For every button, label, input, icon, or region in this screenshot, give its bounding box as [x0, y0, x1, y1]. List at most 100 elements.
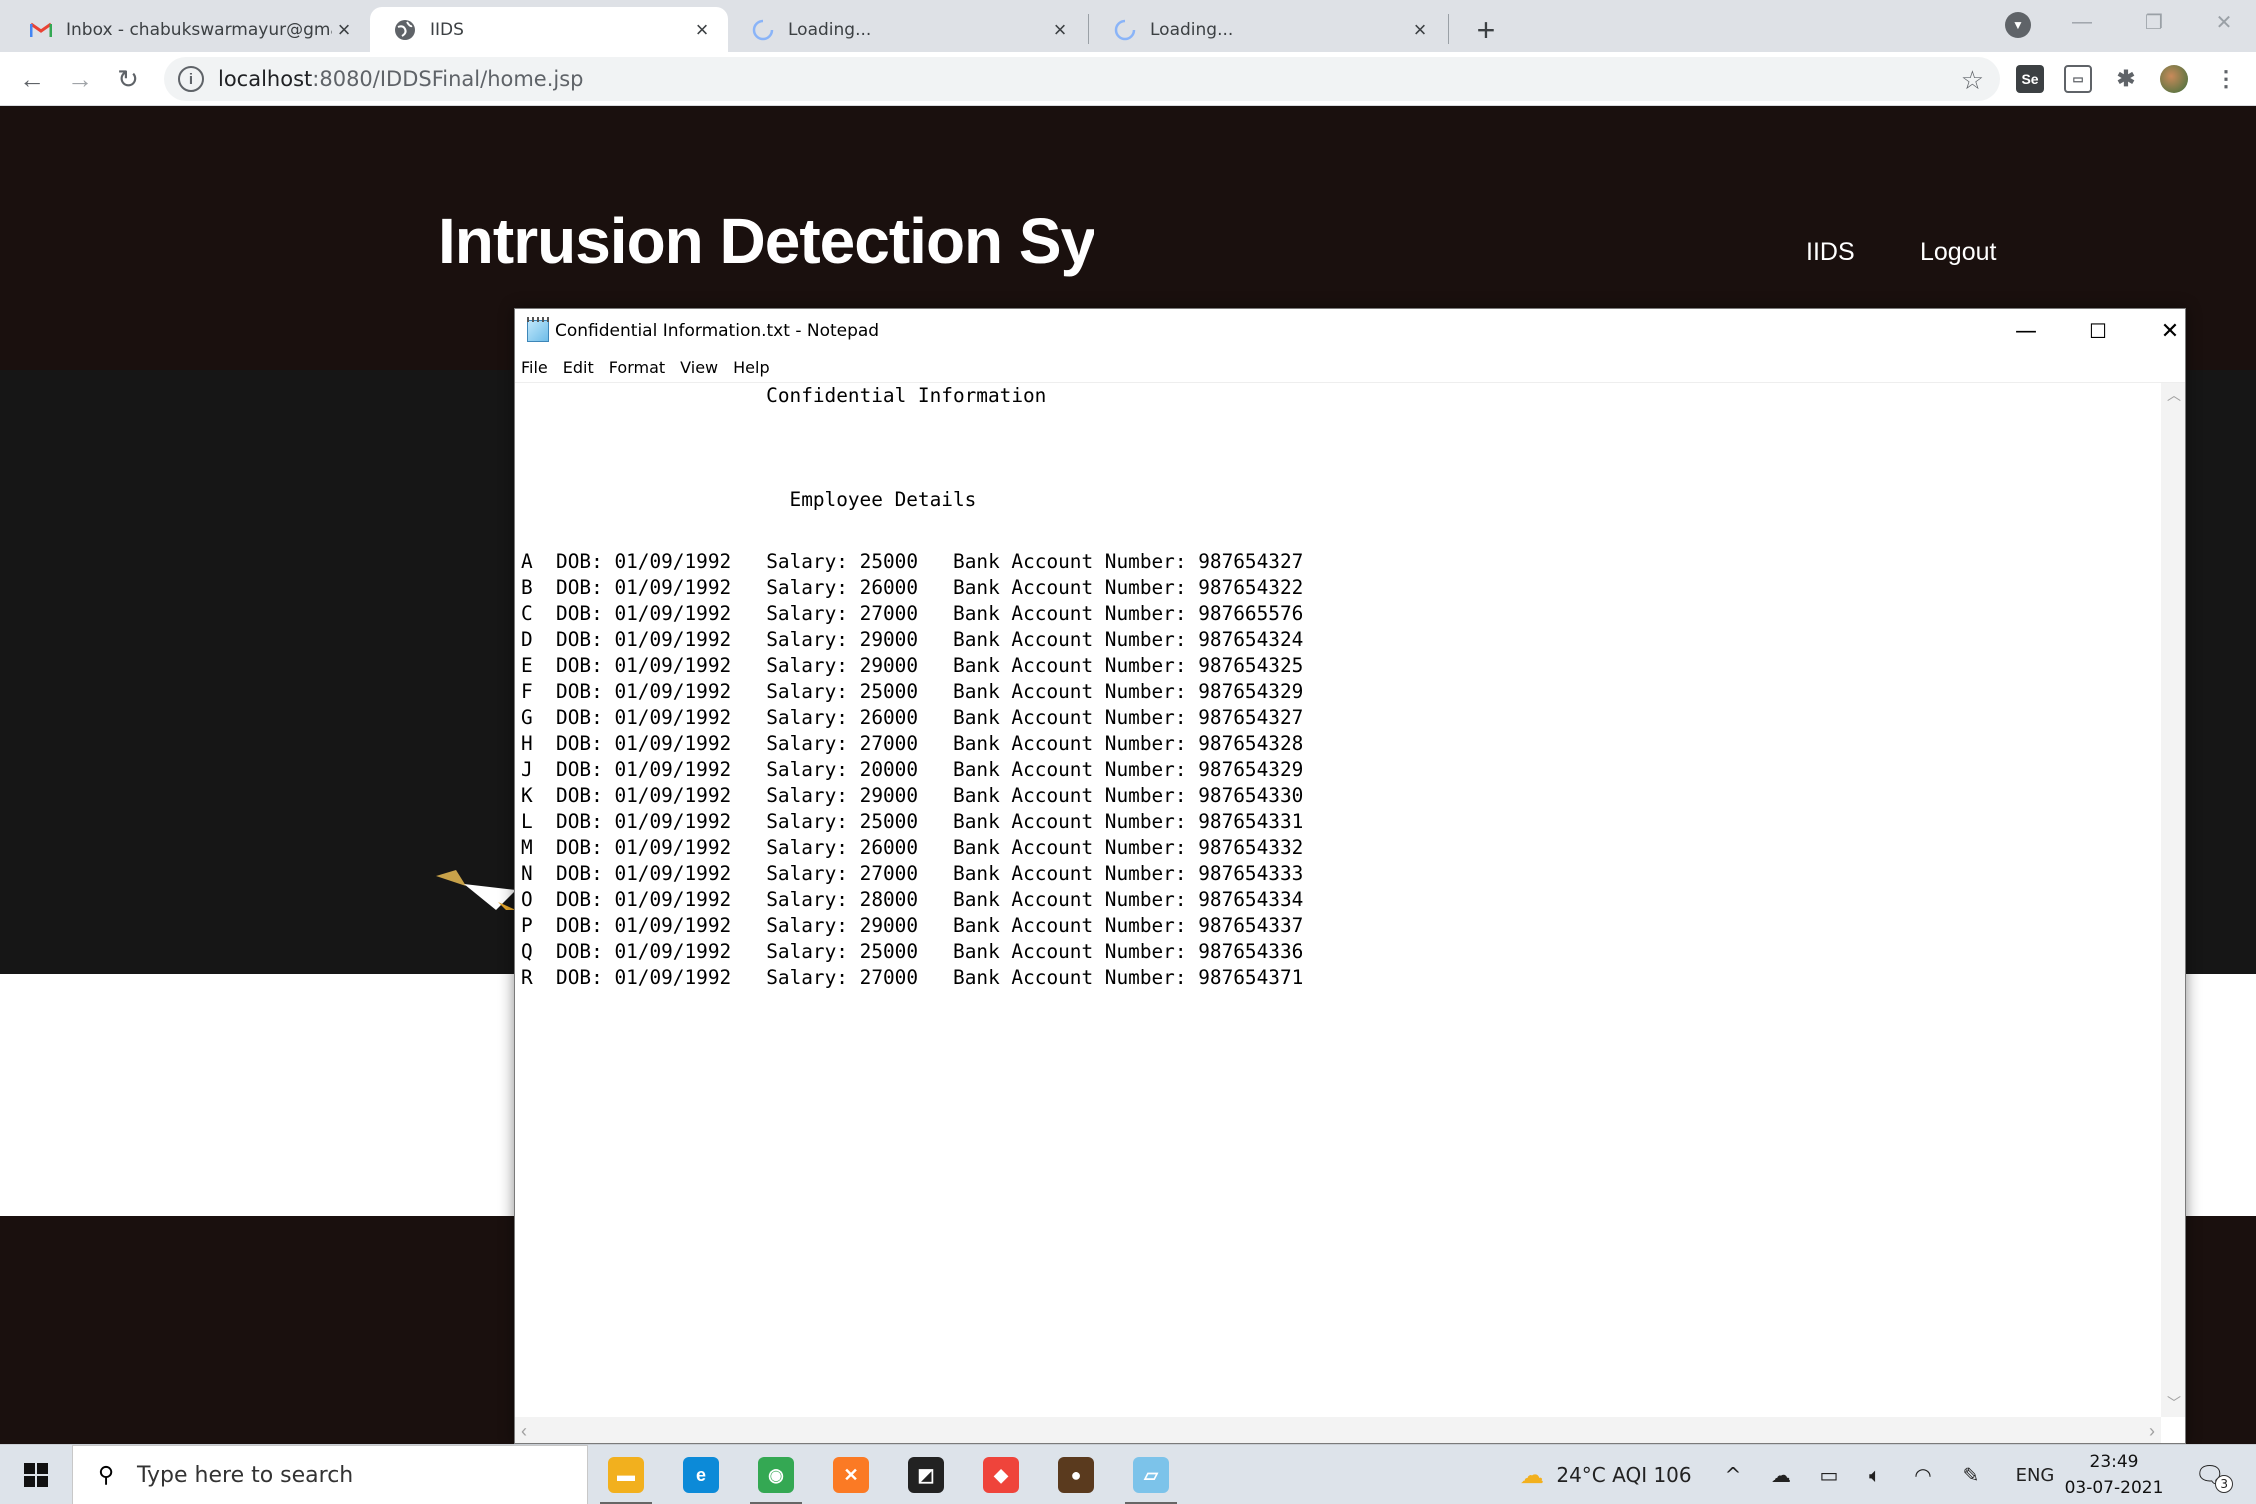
salary-label: Salary:: [766, 862, 848, 885]
dob-label: DOB:: [556, 654, 603, 677]
forward-icon[interactable]: →: [62, 61, 98, 97]
account-label: Bank Account Number:: [953, 862, 1187, 885]
close-window-icon[interactable]: ✕: [2204, 6, 2244, 38]
taskbar-app-button[interactable]: e: [665, 1445, 737, 1504]
account-label: Bank Account Number:: [953, 784, 1187, 807]
account-value: 987654327: [1198, 706, 1304, 729]
account-label: Bank Account Number:: [953, 940, 1187, 963]
taskbar-search-box[interactable]: ⚲ Type here to search: [72, 1445, 588, 1504]
tab-iids[interactable]: IIDS ×: [370, 7, 728, 52]
tab-gmail-inbox[interactable]: Inbox - chabukswarmayur@gmail.com ×: [6, 7, 370, 52]
menu-view[interactable]: View: [680, 358, 718, 377]
salary-value: 25000: [859, 680, 919, 703]
scroll-up-icon[interactable]: ︿: [2167, 385, 2181, 405]
tab-separator: [1088, 14, 1089, 44]
employee-row: N DOB: 01/09/1992 Salary: 27000 Bank Acc…: [521, 861, 2161, 887]
tab-loading-2[interactable]: Loading... ×: [1090, 7, 1446, 52]
dob-label: DOB:: [556, 628, 603, 651]
account-label: Bank Account Number:: [953, 810, 1187, 833]
vertical-scrollbar[interactable]: ︿ ﹀: [2161, 383, 2185, 1417]
wifi-icon[interactable]: ◠: [1906, 1445, 1940, 1504]
taskbar-app-button[interactable]: ●: [1040, 1445, 1112, 1504]
menu-help[interactable]: Help: [733, 358, 769, 377]
maximize-icon[interactable]: ☐: [2063, 309, 2133, 353]
account-value: 987654330: [1198, 784, 1304, 807]
dob-value: 01/09/1992: [614, 836, 732, 859]
selenium-extension-icon[interactable]: Se: [2016, 65, 2044, 93]
windows-start-icon[interactable]: [0, 1445, 72, 1504]
account-label: Bank Account Number:: [953, 602, 1187, 625]
battery-icon[interactable]: ▭: [1812, 1445, 1846, 1504]
notepad-window[interactable]: Confidential Information.txt - Notepad —…: [514, 308, 2186, 1444]
account-value: 987665576: [1198, 602, 1304, 625]
minimize-icon[interactable]: —: [1991, 309, 2061, 353]
row-id: J: [521, 758, 533, 781]
account-value: 987654331: [1198, 810, 1304, 833]
address-bar[interactable]: i localhost:8080/IDDSFinal/home.jsp ☆: [164, 57, 2000, 101]
back-icon[interactable]: ←: [14, 61, 50, 97]
onedrive-icon[interactable]: ☁: [1764, 1445, 1798, 1504]
minimize-icon[interactable]: —: [2062, 6, 2102, 38]
row-id: O: [521, 888, 533, 911]
taskbar-app-button[interactable]: ◉: [740, 1445, 812, 1504]
scroll-right-icon[interactable]: ›: [2149, 1421, 2155, 1442]
tab-loading-1[interactable]: Loading... ×: [728, 7, 1086, 52]
salary-label: Salary:: [766, 654, 848, 677]
notification-center-icon[interactable]: 🗨︎ 3: [2188, 1445, 2234, 1504]
site-info-icon[interactable]: i: [178, 66, 204, 92]
nav-link-logout[interactable]: Logout: [1920, 238, 1996, 267]
pen-icon[interactable]: ✎: [1954, 1445, 1988, 1504]
bookmark-star-icon[interactable]: ☆: [1961, 65, 1984, 96]
account-value: 987654325: [1198, 654, 1304, 677]
nav-link-iids[interactable]: IIDS: [1806, 238, 1855, 267]
sticky-notes-icon: ◩: [908, 1457, 944, 1493]
tab-separator: [1448, 14, 1449, 44]
horizontal-scrollbar[interactable]: ‹ ›: [515, 1417, 2161, 1443]
salary-value: 27000: [859, 862, 919, 885]
notepad-text-area[interactable]: Confidential Information Employee Detail…: [521, 383, 2161, 1417]
employee-row: H DOB: 01/09/1992 Salary: 27000 Bank Acc…: [521, 731, 2161, 757]
dob-value: 01/09/1992: [614, 758, 732, 781]
taskbar-clock[interactable]: 23:49 03-07-2021: [2052, 1449, 2176, 1501]
new-tab-button[interactable]: +: [1466, 10, 1506, 50]
close-tab-icon[interactable]: ×: [1408, 17, 1432, 42]
taskbar-app-button[interactable]: ✕: [815, 1445, 887, 1504]
cast-icon[interactable]: ▭: [2064, 65, 2092, 93]
dob-value: 01/09/1992: [614, 784, 732, 807]
anydesk-icon: ◆: [983, 1457, 1019, 1493]
taskbar-app-button[interactable]: ◩: [890, 1445, 962, 1504]
close-window-icon[interactable]: ✕: [2135, 309, 2205, 353]
dob-label: DOB:: [556, 862, 603, 885]
menu-format[interactable]: Format: [609, 358, 665, 377]
menu-kebab-icon[interactable]: ⋮: [2212, 65, 2240, 93]
url-text[interactable]: localhost:8080/IDDSFinal/home.jsp: [218, 67, 584, 91]
scroll-left-icon[interactable]: ‹: [521, 1421, 527, 1442]
profile-avatar-icon[interactable]: [2160, 65, 2188, 93]
tab-search-icon[interactable]: ▼: [2005, 12, 2031, 38]
row-id: L: [521, 810, 533, 833]
close-tab-icon[interactable]: ×: [690, 17, 714, 42]
taskbar-app-button[interactable]: ◆: [965, 1445, 1037, 1504]
account-value: 987654332: [1198, 836, 1304, 859]
employee-row: G DOB: 01/09/1992 Salary: 26000 Bank Acc…: [521, 705, 2161, 731]
weather-icon[interactable]: ☁: [1510, 1445, 1554, 1504]
dob-label: DOB:: [556, 888, 603, 911]
restore-icon[interactable]: ❐: [2134, 6, 2174, 38]
taskbar-app-button[interactable]: ▱: [1115, 1445, 1187, 1504]
menu-file[interactable]: File: [521, 358, 548, 377]
close-tab-icon[interactable]: ×: [332, 17, 356, 42]
menu-edit[interactable]: Edit: [563, 358, 594, 377]
account-label: Bank Account Number:: [953, 758, 1187, 781]
taskbar-app-button[interactable]: ▬: [590, 1445, 662, 1504]
salary-label: Salary:: [766, 706, 848, 729]
show-hidden-icons-icon[interactable]: ^: [1716, 1445, 1750, 1504]
notepad-icon: ▱: [1133, 1457, 1169, 1493]
weather-text[interactable]: 24°C AQI 106: [1556, 1445, 1692, 1504]
scroll-down-icon[interactable]: ﹀: [2167, 1393, 2181, 1413]
extensions-puzzle-icon[interactable]: ✱: [2112, 65, 2140, 93]
xampp-icon: ✕: [833, 1457, 869, 1493]
reload-icon[interactable]: ↻: [110, 61, 146, 97]
close-tab-icon[interactable]: ×: [1048, 17, 1072, 42]
notepad-title-bar[interactable]: Confidential Information.txt - Notepad —…: [515, 309, 2185, 353]
volume-icon[interactable]: 🔈︎: [1858, 1445, 1892, 1504]
